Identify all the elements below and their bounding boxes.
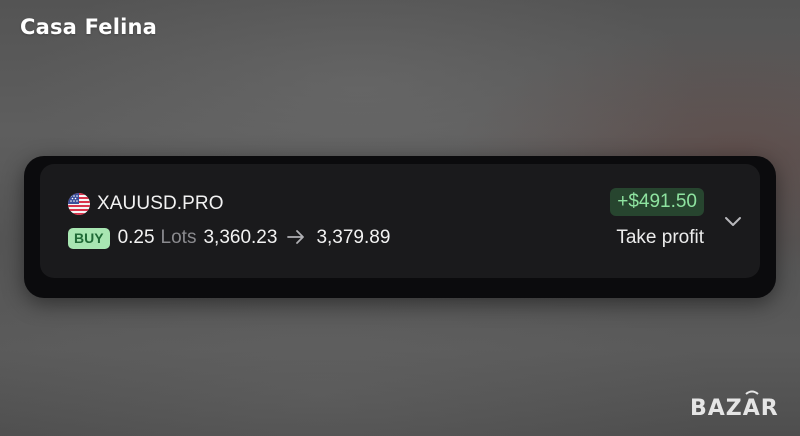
bazar-logo: BAZAR — [688, 388, 788, 424]
close-price: 3,379.89 — [316, 227, 391, 248]
trade-lots-unit: Lots — [160, 227, 197, 248]
trade-details-row: BUY 0.25 Lots 3,360.23 3,379.89 — [68, 226, 390, 250]
trade-side-badge: BUY — [68, 227, 110, 249]
open-price: 3,360.23 — [203, 227, 278, 248]
trade-card[interactable]: XAUUSD.PRO BUY 0.25 Lots 3,360.23 3,379.… — [40, 164, 760, 278]
trade-symbol-row: XAUUSD.PRO — [68, 192, 224, 216]
arrow-right-icon — [287, 228, 305, 248]
svg-text:BAZAR: BAZAR — [690, 396, 779, 421]
chevron-down-icon[interactable] — [722, 210, 744, 232]
us-flag-icon — [68, 193, 90, 215]
profit-badge: +$491.50 — [610, 188, 704, 216]
trade-symbol: XAUUSD.PRO — [97, 193, 224, 214]
close-reason-label: Take profit — [616, 227, 704, 248]
overlay-title: Casa Felina — [20, 15, 158, 39]
trade-lots-value: 0.25 — [117, 227, 155, 248]
